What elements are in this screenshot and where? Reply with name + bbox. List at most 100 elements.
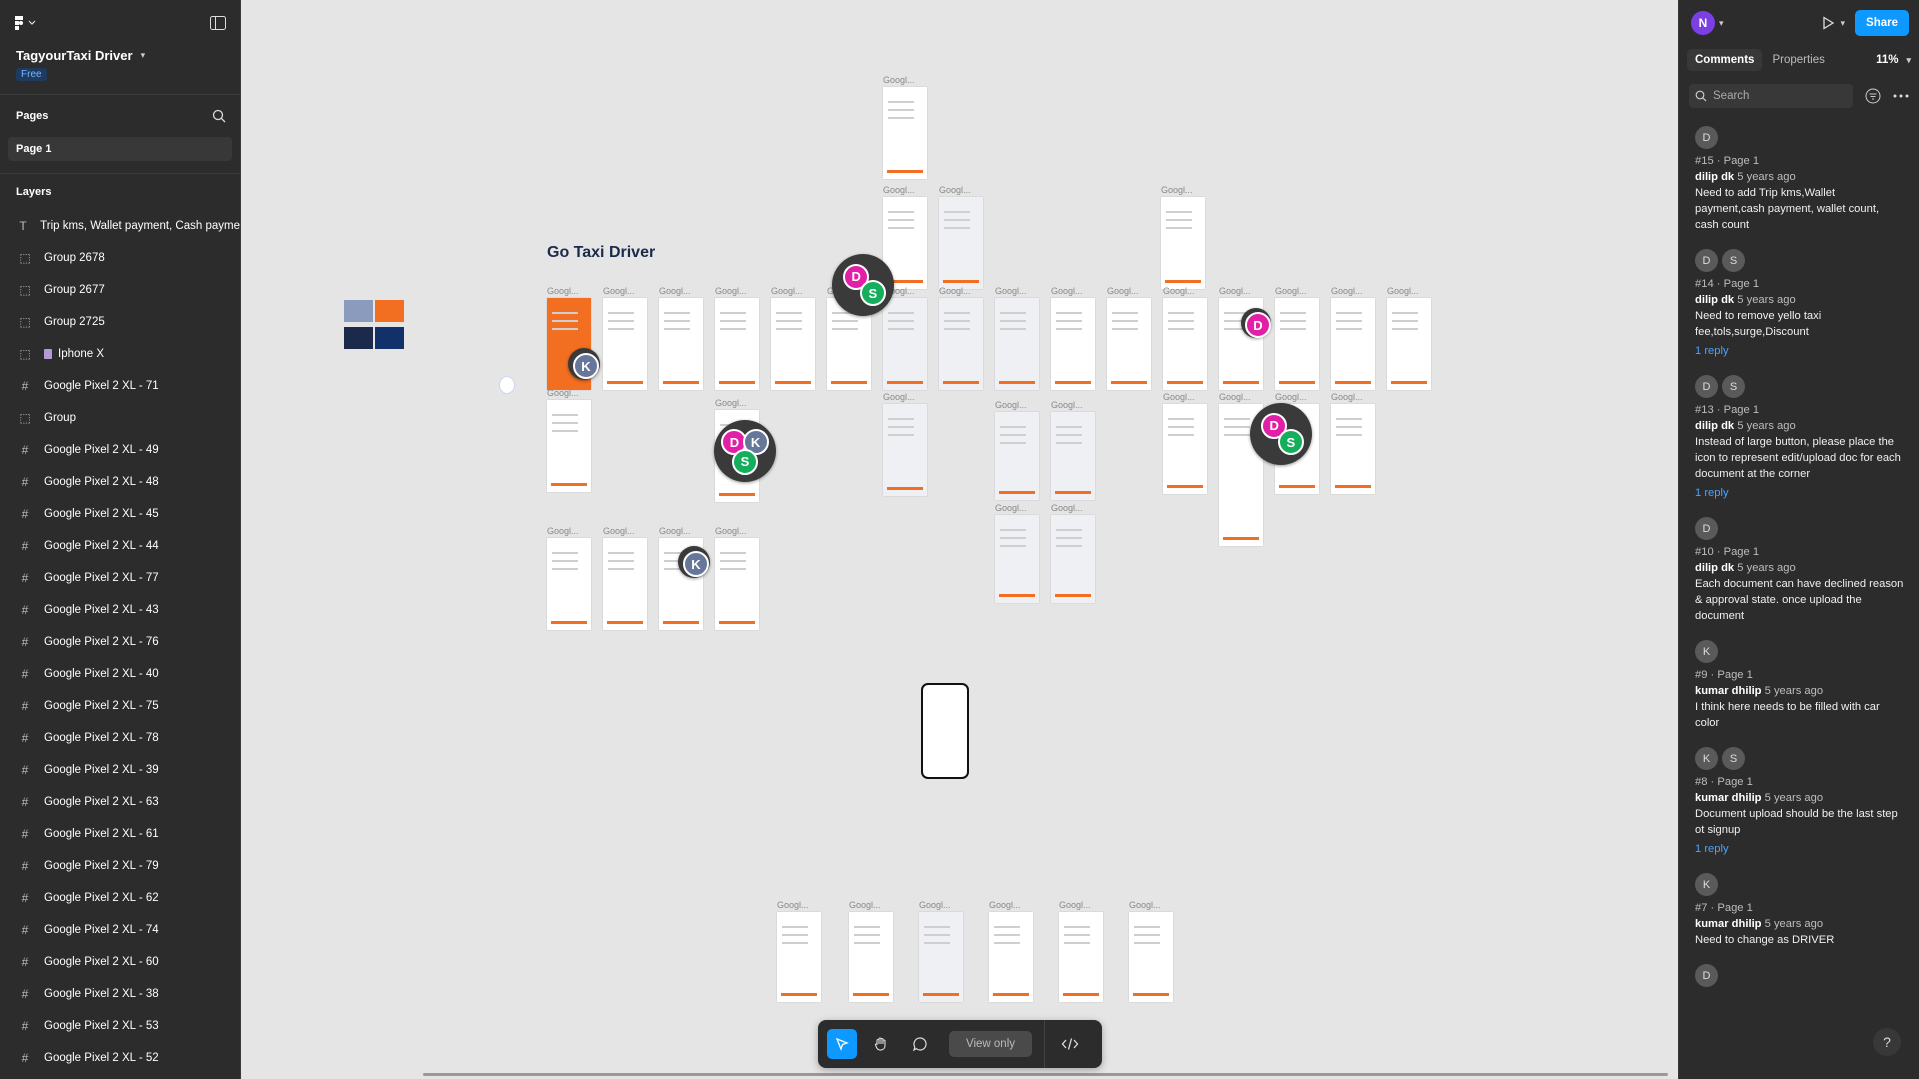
layer-item[interactable]: ⬚ Group 2677: [0, 274, 240, 306]
layer-item[interactable]: # Google Pixel 2 XL - 53: [0, 1010, 240, 1042]
frame-label[interactable]: Googl...: [1219, 286, 1251, 296]
screen-frame[interactable]: [771, 298, 815, 390]
screen-frame[interactable]: [715, 538, 759, 630]
dev-mode-button[interactable]: [1055, 1029, 1085, 1059]
screen-frame[interactable]: [849, 912, 893, 1002]
map-screen-frame[interactable]: [1051, 515, 1095, 603]
frame-label[interactable]: Googl...: [715, 398, 747, 408]
comment-thread[interactable]: D S #13 · Page 1 dilip dk 5 years ago Instea…: [1679, 367, 1919, 509]
layer-item[interactable]: # Google Pixel 2 XL - 52: [0, 1042, 240, 1074]
layer-item[interactable]: # Google Pixel 2 XL - 61: [0, 818, 240, 850]
map-screen-frame[interactable]: [995, 515, 1039, 603]
comment-tool-button[interactable]: [905, 1029, 935, 1059]
layer-item[interactable]: # Google Pixel 2 XL - 77: [0, 562, 240, 594]
frame-label[interactable]: Googl...: [659, 286, 691, 296]
frame-label[interactable]: Googl...: [1219, 392, 1251, 402]
frame-label[interactable]: Googl...: [995, 503, 1027, 513]
screen-frame[interactable]: [1163, 404, 1207, 494]
comment-reply-link[interactable]: 1 reply: [1695, 485, 1905, 501]
comment-reply-link[interactable]: 1 reply: [1695, 841, 1905, 857]
layer-item[interactable]: # Google Pixel 2 XL - 45: [0, 498, 240, 530]
layer-item[interactable]: # Google Pixel 2 XL - 60: [0, 946, 240, 978]
comment-pin[interactable]: DS: [832, 254, 894, 316]
layer-item[interactable]: ⬚ Iphone X: [0, 338, 240, 370]
present-play-icon[interactable]: [1821, 16, 1835, 30]
present-options-chevron-icon[interactable]: ▾: [1841, 18, 1846, 29]
comment-thread[interactable]: D: [1679, 956, 1919, 995]
color-swatch[interactable]: [344, 300, 373, 322]
frame-label[interactable]: Googl...: [1331, 392, 1363, 402]
frame-label[interactable]: Googl...: [1275, 286, 1307, 296]
map-screen-frame[interactable]: [995, 412, 1039, 500]
frame-label[interactable]: Googl...: [603, 286, 635, 296]
map-screen-frame[interactable]: [1051, 412, 1095, 500]
sidebar-toggle-icon[interactable]: [210, 16, 226, 30]
main-menu-button[interactable]: [14, 16, 36, 30]
frame-label[interactable]: Googl...: [1107, 286, 1139, 296]
layer-item[interactable]: ⬚ Group: [0, 402, 240, 434]
comment-pin[interactable]: K: [678, 546, 710, 578]
layer-item[interactable]: # Google Pixel 2 XL - 79: [0, 850, 240, 882]
frame-label[interactable]: Googl...: [547, 526, 579, 536]
comment-thread[interactable]: K #7 · Page 1 kumar dhilip 5 years ago Need…: [1679, 865, 1919, 956]
layer-item[interactable]: # Google Pixel 2 XL - 74: [0, 914, 240, 946]
color-swatch[interactable]: [375, 300, 404, 322]
frame-label[interactable]: Googl...: [849, 900, 881, 910]
comments-search-input[interactable]: Search: [1689, 84, 1853, 108]
tab-comments[interactable]: Comments: [1687, 49, 1763, 71]
screen-frame[interactable]: [547, 538, 591, 630]
zoom-menu[interactable]: 11% ▾: [1876, 54, 1911, 66]
layer-item[interactable]: # Google Pixel 2 XL - 75: [0, 690, 240, 722]
layer-item[interactable]: T Trip kms, Wallet payment, Cash payme: [0, 210, 240, 242]
screen-frame[interactable]: [1331, 298, 1375, 390]
frame-label[interactable]: Googl...: [1275, 392, 1307, 402]
map-screen-frame[interactable]: [939, 298, 983, 390]
layer-item[interactable]: # Google Pixel 2 XL - 40: [0, 658, 240, 690]
frame-label[interactable]: Googl...: [939, 185, 971, 195]
frame-label[interactable]: Googl...: [1051, 503, 1083, 513]
layer-item[interactable]: # Google Pixel 2 XL - 71: [0, 370, 240, 402]
screen-frame[interactable]: [1059, 912, 1103, 1002]
frame-label[interactable]: Googl...: [883, 392, 915, 402]
frame-label[interactable]: Googl...: [1161, 185, 1193, 195]
frame-label[interactable]: Googl...: [995, 286, 1027, 296]
screen-frame[interactable]: [1275, 298, 1319, 390]
color-swatch[interactable]: [344, 327, 373, 349]
frame-label[interactable]: Googl...: [883, 75, 915, 85]
screen-frame[interactable]: [547, 400, 591, 492]
layer-item[interactable]: # Google Pixel 2 XL - 62: [0, 882, 240, 914]
frame-label[interactable]: Googl...: [659, 526, 691, 536]
comment-thread[interactable]: K S #8 · Page 1 kumar dhilip 5 years ago Doc…: [1679, 739, 1919, 865]
frame-label[interactable]: Googl...: [1387, 286, 1419, 296]
frame-label[interactable]: Googl...: [777, 900, 809, 910]
color-swatch[interactable]: [375, 327, 404, 349]
screen-frame[interactable]: [1107, 298, 1151, 390]
frame-label[interactable]: Googl...: [715, 286, 747, 296]
frame-label[interactable]: Googl...: [603, 526, 635, 536]
screen-frame[interactable]: [1051, 298, 1095, 390]
canvas-title-text[interactable]: Go Taxi Driver: [547, 244, 655, 262]
layer-item[interactable]: # Google Pixel 2 XL - 43: [0, 594, 240, 626]
comment-pin[interactable]: DS: [1250, 403, 1312, 465]
frame-label[interactable]: Googl...: [995, 400, 1027, 410]
frame-label[interactable]: Googl...: [1331, 286, 1363, 296]
page-item-page-1[interactable]: Page 1: [8, 137, 232, 161]
frame-label[interactable]: Googl...: [547, 388, 579, 398]
shield-logo-icon[interactable]: [499, 376, 515, 394]
frame-label[interactable]: Googl...: [1051, 400, 1083, 410]
frame-label[interactable]: Googl...: [547, 286, 579, 296]
comment-pin[interactable]: D: [1241, 308, 1271, 338]
project-title-button[interactable]: TagyourTaxi Driver ▾: [16, 48, 224, 63]
more-options-icon[interactable]: [1893, 94, 1909, 98]
screen-frame[interactable]: [883, 87, 927, 179]
comment-thread[interactable]: D S #14 · Page 1 dilip dk 5 years ago Need t…: [1679, 241, 1919, 367]
layer-item[interactable]: ⬚ Group 2678: [0, 242, 240, 274]
layer-item[interactable]: # Google Pixel 2 XL - 39: [0, 754, 240, 786]
map-screen-frame[interactable]: [995, 298, 1039, 390]
layer-item[interactable]: # Google Pixel 2 XL - 38: [0, 978, 240, 1010]
frame-label[interactable]: Googl...: [1163, 392, 1195, 402]
frame-label[interactable]: Googl...: [1163, 286, 1195, 296]
screen-frame[interactable]: [989, 912, 1033, 1002]
screen-frame[interactable]: [777, 912, 821, 1002]
frame-label[interactable]: Googl...: [1129, 900, 1161, 910]
